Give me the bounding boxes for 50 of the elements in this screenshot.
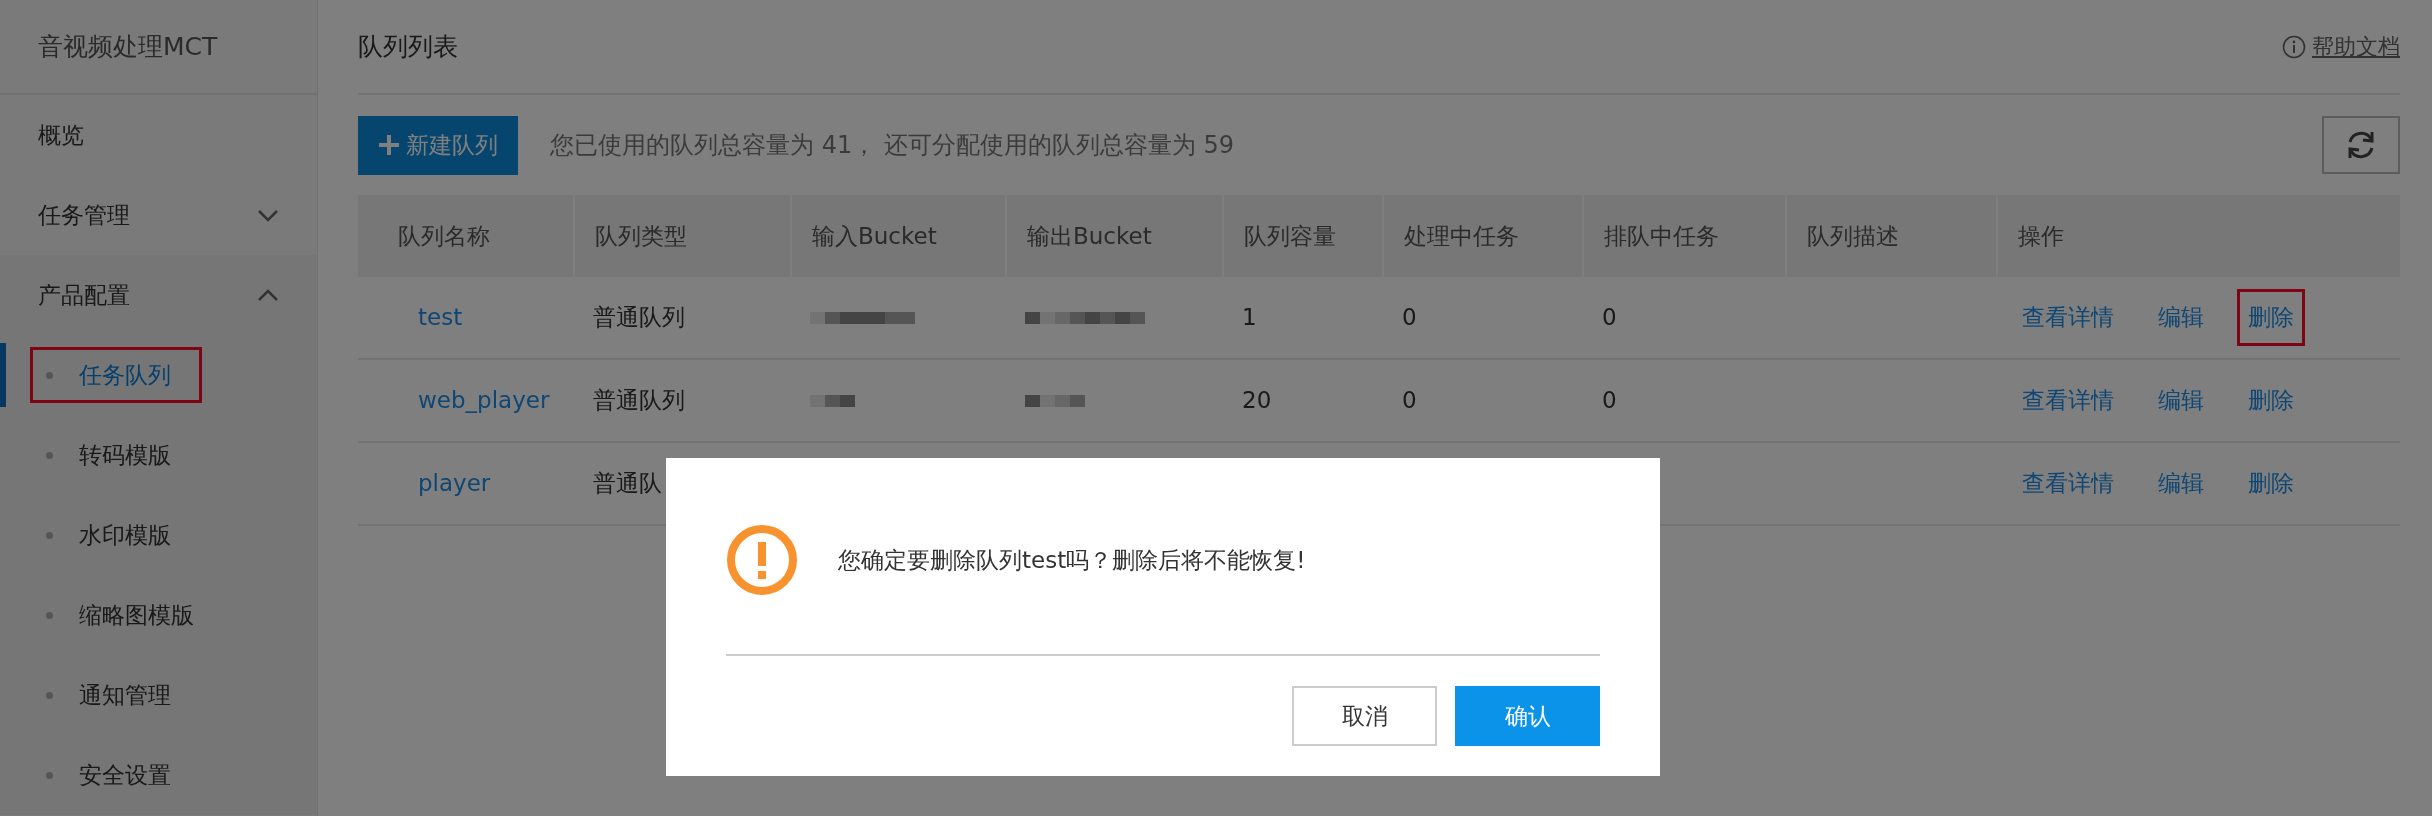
column-header: 队列容量	[1222, 195, 1382, 277]
column-header: 处理中任务	[1382, 195, 1582, 277]
help-link[interactable]: 帮助文档	[2282, 30, 2400, 63]
confirm-button[interactable]: 确认	[1455, 686, 1600, 746]
info-icon	[2282, 34, 2306, 59]
sidebar-item[interactable]: 产品配置	[38, 277, 130, 313]
sidebar-subitem[interactable]: 安全设置	[33, 749, 199, 801]
action-link[interactable]: 删除	[2240, 458, 2302, 509]
table-cell: 0	[1382, 360, 1582, 443]
app-title: 音视频处理MCT	[0, 0, 317, 95]
sidebar-item[interactable]: 概览	[38, 117, 84, 153]
column-header: 输入Bucket	[790, 195, 1005, 277]
action-link[interactable]: 删除	[2240, 375, 2302, 426]
column-header: 队列类型	[573, 195, 790, 277]
column-header: 排队中任务	[1582, 195, 1785, 277]
new-queue-button[interactable]: 新建队列	[358, 115, 518, 175]
table-cell: 0	[1382, 277, 1582, 360]
page-title: 队列列表	[358, 30, 458, 63]
column-header: 输出Bucket	[1005, 195, 1222, 277]
refresh-button[interactable]	[2322, 116, 2400, 174]
table-cell: 0	[1582, 360, 1785, 443]
table-cell: 20	[1222, 360, 1382, 443]
sidebar-subitem[interactable]: 缩略图模版	[33, 589, 222, 641]
column-header: 操作	[1996, 195, 2400, 277]
plus-icon	[378, 134, 400, 156]
action-link[interactable]: 删除	[2240, 292, 2302, 343]
table-cell: 普通队列	[573, 277, 790, 360]
sidebar-subitem[interactable]: 通知管理	[33, 669, 199, 721]
sidebar-item[interactable]: 任务管理	[38, 197, 130, 233]
queue-name-link[interactable]: test	[418, 300, 463, 335]
column-header: 队列名称	[358, 195, 573, 277]
table-cell: 1	[1222, 277, 1382, 360]
cancel-button[interactable]: 取消	[1292, 686, 1437, 746]
action-link[interactable]: 编辑	[2150, 292, 2212, 343]
dialog-message: 您确定要删除队列test吗？删除后将不能恢复!	[838, 545, 1306, 575]
action-link[interactable]: 查看详情	[2014, 375, 2122, 426]
table-cell: 0	[1582, 277, 1785, 360]
quota-text: 您已使用的队列总容量为 41， 还可分配使用的队列总容量为 59	[550, 130, 1234, 161]
sidebar-subitem[interactable]: 水印模版	[33, 509, 199, 561]
column-header: 队列描述	[1785, 195, 1996, 277]
queue-name-link[interactable]: web_player	[418, 383, 550, 418]
action-link[interactable]: 编辑	[2150, 375, 2212, 426]
table-cell: 普通队列	[573, 360, 790, 443]
sidebar-subitem[interactable]: 任务队列	[33, 349, 199, 401]
action-link[interactable]: 查看详情	[2014, 292, 2122, 343]
queue-name-link[interactable]: player	[418, 466, 491, 501]
sidebar-subitem[interactable]: 转码模版	[33, 429, 199, 481]
action-link[interactable]: 查看详情	[2014, 458, 2122, 509]
action-link[interactable]: 编辑	[2150, 458, 2212, 509]
warning-icon	[726, 524, 798, 596]
